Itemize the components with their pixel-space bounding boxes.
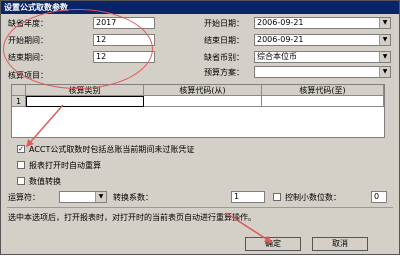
auto-recalc-checkbox[interactable]	[17, 161, 25, 169]
coefficient-label: 转换系数：	[113, 193, 153, 202]
budget-plan-label: 预算方案：	[204, 68, 244, 77]
decimal-checkbox[interactable]	[273, 193, 281, 201]
operator-dropdown[interactable]: ▼	[59, 191, 107, 203]
ok-button[interactable]: 确定	[245, 237, 301, 251]
numeric-convert-label: 数值转换	[29, 177, 61, 186]
budget-plan-dropdown[interactable]: ▼	[254, 66, 391, 78]
start-date-value: 2006-09-21	[257, 18, 304, 27]
chevron-down-icon[interactable]: ▼	[379, 18, 390, 28]
chevron-down-icon[interactable]: ▼	[95, 192, 106, 202]
auto-recalc-label: 报表打开时自动重算	[29, 161, 101, 170]
end-date-dropdown[interactable]: 2006-09-21 ▼	[254, 34, 391, 46]
decimal-label: 控制小数位数：	[285, 193, 341, 202]
grid-row-number: 1	[12, 96, 26, 107]
acct-checkbox[interactable]: ✓	[17, 145, 25, 153]
cancel-button[interactable]: 取消	[312, 237, 368, 251]
coefficient-field[interactable]: 1	[231, 191, 265, 203]
grid-corner	[12, 85, 26, 96]
numeric-convert-checkbox[interactable]	[17, 177, 25, 185]
accounting-items-grid[interactable]: 核算类别 核算代码(从) 核算代码(至) 1	[11, 84, 385, 138]
currency-label: 缺省币别：	[204, 53, 244, 62]
end-date-label: 结束日期：	[204, 36, 244, 45]
currency-value: 综合本位币	[257, 52, 297, 61]
decimal-field[interactable]: 0	[371, 191, 387, 203]
chevron-down-icon[interactable]: ▼	[379, 35, 390, 45]
grid-header-code-from: 核算代码(从)	[144, 85, 262, 96]
currency-dropdown[interactable]: 综合本位币 ▼	[254, 51, 391, 63]
acct-option-label: ACCT公式取数时包括总账当前期间未过账凭证	[29, 145, 195, 154]
grid-header-code-to: 核算代码(至)	[262, 85, 384, 96]
start-date-dropdown[interactable]: 2006-09-21 ▼	[254, 17, 391, 29]
grid-cell-category[interactable]	[26, 96, 144, 107]
hint-text: 选中本选项后，打开报表时，对打开时的当前表页自动进行重算操作。	[8, 213, 256, 222]
chevron-down-icon[interactable]: ▼	[379, 67, 390, 77]
annotation-ellipse	[3, 9, 153, 89]
start-date-label: 开始日期：	[204, 19, 244, 28]
chevron-down-icon[interactable]: ▼	[379, 52, 390, 62]
operator-label: 运算符：	[8, 193, 40, 202]
grid-cell-code-from[interactable]	[144, 96, 262, 107]
end-date-value: 2006-09-21	[257, 35, 304, 44]
grid-cell-code-to[interactable]	[262, 96, 384, 107]
dialog-window: 设置公式取数参数 缺省年度： 2017 开始期间： 12 结束期间： 12 开始…	[0, 0, 400, 255]
divider	[7, 207, 393, 208]
